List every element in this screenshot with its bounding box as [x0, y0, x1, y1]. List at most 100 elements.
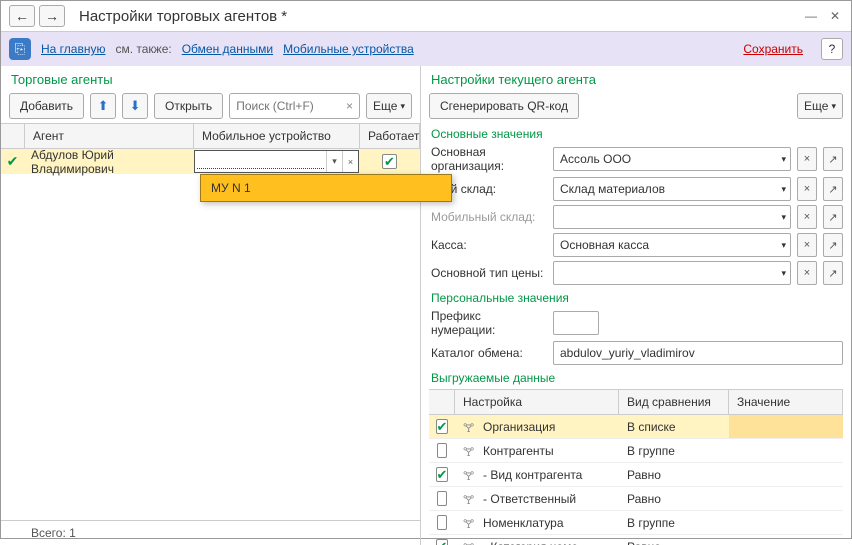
org-input[interactable]: Ассоль ООО▾ [553, 147, 791, 171]
filter-icon: 🝖 [463, 415, 477, 439]
table-row[interactable]: ✔🝖- Вид контрагентаРавно [429, 463, 843, 487]
setting-label: - Категория номе… [483, 540, 590, 545]
device-clear-icon[interactable]: × [342, 151, 358, 172]
chevron-down-icon[interactable]: ▾ [781, 184, 786, 195]
warehouse-input[interactable]: Склад материалов▾ [553, 177, 791, 201]
price-input[interactable]: ▾ [553, 261, 791, 285]
settings-pane: Настройки текущего агента Сгенерировать … [421, 66, 851, 545]
section-main: Основные значения [421, 123, 851, 143]
row-checkbox[interactable]: ✔ [436, 539, 449, 545]
value-cell [729, 415, 843, 438]
section-personal: Персональные значения [421, 287, 851, 307]
col-device[interactable]: Мобильное устройство [194, 124, 360, 148]
open-button[interactable]: Открыть [154, 93, 223, 119]
clear-button[interactable]: × [797, 233, 817, 257]
filter-icon: 🝖 [463, 438, 477, 463]
col-val[interactable]: Значение [729, 390, 843, 414]
row-checkbox[interactable]: ✔ [437, 515, 447, 530]
move-up-button[interactable]: ⬆ [90, 93, 116, 119]
device-dropdown: МУ N 1 [200, 174, 452, 202]
linkbar: ⎘ На главную см. также: Обмен данными Мо… [1, 32, 851, 66]
works-checkbox[interactable]: ✔ [382, 154, 397, 169]
move-down-button[interactable]: ⬇ [122, 93, 148, 119]
col-works[interactable]: Работает [360, 124, 420, 148]
clear-button[interactable]: × [797, 177, 817, 201]
row-checkbox[interactable]: ✔ [437, 491, 447, 506]
value-cell [729, 535, 843, 545]
open-ref-button[interactable]: ↗ [823, 233, 843, 257]
minimize-icon[interactable]: — [803, 8, 819, 24]
value-cell [729, 487, 843, 510]
exchange-link[interactable]: Обмен данными [182, 42, 273, 56]
label-catalog: Каталог обмена: [431, 346, 547, 360]
filter-icon: 🝖 [463, 462, 477, 487]
row-checkbox[interactable]: ✔ [436, 419, 449, 434]
agents-title: Торговые агенты [1, 66, 420, 89]
table-row[interactable]: ✔🝖НоменклатураВ группе [429, 511, 843, 535]
cmp-value: В группе [619, 439, 729, 462]
col-setting[interactable]: Настройка [455, 390, 619, 414]
filter-icon: 🝖 [463, 534, 477, 545]
more-button-left[interactable]: Еще▾ [366, 93, 412, 119]
value-cell [729, 439, 843, 462]
prefix-input[interactable] [553, 311, 599, 335]
table-row[interactable]: ✔ 🝖 Контрагенты В группе [429, 439, 843, 463]
cash-input[interactable]: Основная касса▾ [553, 233, 791, 257]
device-input[interactable]: ▾ × [194, 150, 359, 173]
settings-title: Настройки текущего агента [421, 66, 851, 89]
setting-label: - Ответственный [483, 492, 576, 506]
col-agent[interactable]: Агент [25, 124, 194, 148]
clear-button[interactable]: × [797, 147, 817, 171]
table-row[interactable]: ✔🝖ОрганизацияВ списке [429, 415, 843, 439]
chevron-down-icon[interactable]: ▾ [781, 268, 786, 279]
generate-qr-button[interactable]: Сгенерировать QR-код [429, 93, 579, 119]
search-field[interactable] [236, 99, 337, 113]
home-icon[interactable]: ⎘ [9, 38, 31, 60]
open-ref-button[interactable]: ↗ [823, 261, 843, 285]
table-row[interactable]: ✔🝖- ОтветственныйРавно [429, 487, 843, 511]
open-ref-button[interactable]: ↗ [823, 205, 843, 229]
dropdown-item[interactable]: МУ N 1 [201, 175, 451, 201]
save-link[interactable]: Сохранить [743, 42, 803, 56]
agent-row[interactable]: ✔ Абдулов Юрий Владимирович ▾ × ✔ [1, 149, 420, 174]
cmp-value: В списке [619, 415, 729, 438]
row-checkbox[interactable]: ✔ [436, 467, 449, 482]
clear-search-icon[interactable]: × [346, 99, 353, 113]
row-checkbox[interactable]: ✔ [437, 443, 447, 458]
search-input[interactable]: × [229, 93, 360, 119]
cmp-value: Равно [619, 487, 729, 510]
see-also-label: см. также: [115, 42, 171, 56]
open-ref-button[interactable]: ↗ [823, 147, 843, 171]
agents-pane: Торговые агенты Добавить ⬆ ⬇ Открыть × Е… [1, 66, 421, 545]
check-icon: ✔ [7, 153, 19, 170]
clear-button[interactable]: × [797, 261, 817, 285]
label-prefix: Префикс нумерации: [431, 309, 547, 337]
agents-toolbar: Добавить ⬆ ⬇ Открыть × Еще▾ [1, 89, 420, 123]
cmp-value: Равно [619, 463, 729, 486]
chevron-down-icon[interactable]: ▾ [781, 154, 786, 165]
nav-back-button[interactable]: ← [9, 5, 35, 27]
setting-label: Контрагенты [483, 444, 554, 458]
setting-label: Номенклатура [483, 516, 564, 530]
add-button[interactable]: Добавить [9, 93, 84, 119]
clear-button[interactable]: × [797, 205, 817, 229]
open-ref-button[interactable]: ↗ [823, 177, 843, 201]
catalog-input[interactable]: abdulov_yuriy_vladimirov [553, 341, 843, 365]
chevron-down-icon[interactable]: ▾ [781, 212, 786, 223]
agents-grid-header: Агент Мобильное устройство Работает [1, 123, 420, 149]
table-row[interactable]: ✔🝖- Категория номе…Равно [429, 535, 843, 545]
nav-forward-button[interactable]: → [39, 5, 65, 27]
mobile-link[interactable]: Мобильные устройства [283, 42, 414, 56]
mobile-wh-input[interactable]: ▾ [553, 205, 791, 229]
col-cmp[interactable]: Вид сравнения [619, 390, 729, 414]
agents-footer: Всего: 1 [1, 520, 420, 545]
chevron-down-icon[interactable]: ▾ [781, 240, 786, 251]
label-cash: Касса: [431, 238, 547, 252]
close-icon[interactable]: ✕ [827, 8, 843, 24]
more-button-right[interactable]: Еще▾ [797, 93, 843, 119]
help-button[interactable]: ? [821, 38, 843, 60]
label-org: Основная организация: [431, 145, 547, 173]
home-link[interactable]: На главную [41, 42, 105, 56]
device-dropdown-icon[interactable]: ▾ [326, 151, 342, 172]
cmp-value: В группе [619, 511, 729, 534]
